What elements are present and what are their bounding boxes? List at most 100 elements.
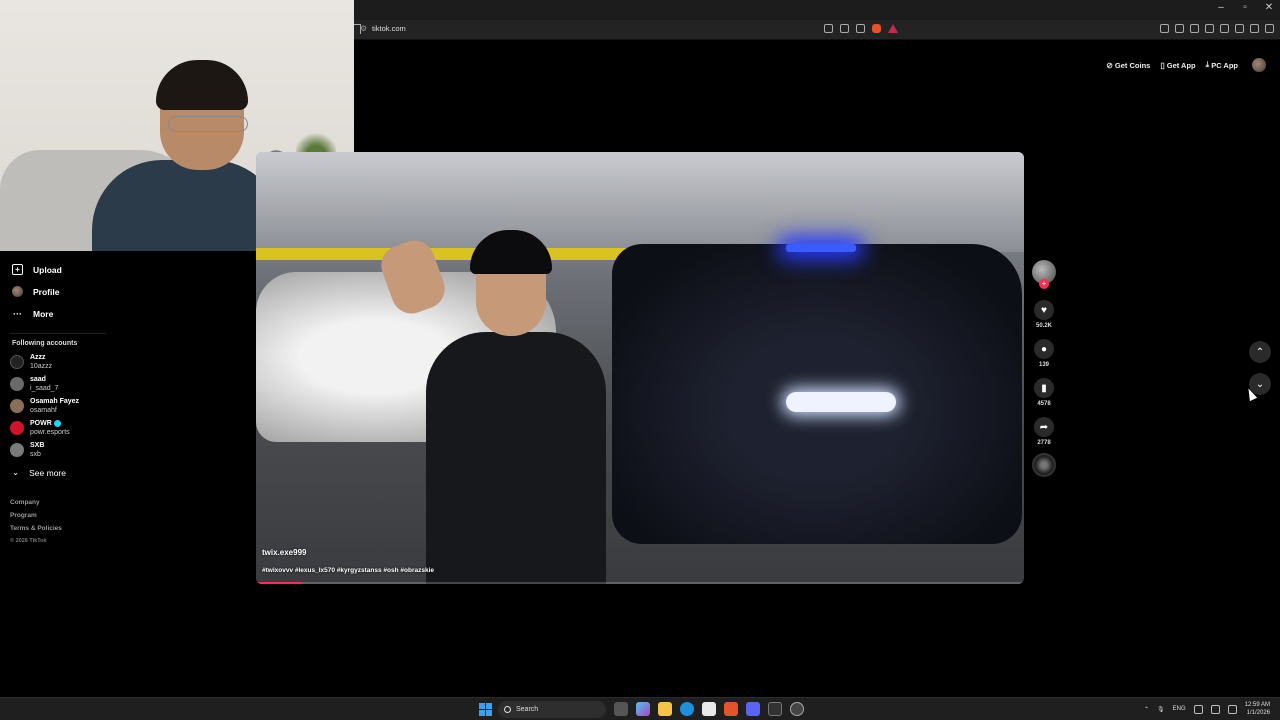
divider [10,333,106,334]
profile-label: Profile [33,286,60,297]
sidebar-item-profile[interactable]: Profile [12,286,59,297]
taskbar-search-label: Search [516,706,539,713]
terminal-icon[interactable] [768,702,782,716]
chevron-up-icon[interactable]: ⌃ [1144,706,1149,713]
like-action[interactable]: ♥ 50.2K [1031,300,1057,329]
vpn-icon[interactable] [1250,24,1259,33]
profile-avatar-icon [12,286,23,297]
reader-icon[interactable] [824,24,833,33]
video-author[interactable]: twix.exe999 [262,548,306,557]
microphone-icon[interactable]: 🎙 [1157,706,1165,713]
previous-video-button[interactable]: ⌃ [1249,341,1271,363]
leo-ai-icon[interactable] [1235,24,1244,33]
account-avatar [10,355,24,369]
account-name: Osamah Fayez [30,398,80,405]
search-icon [504,706,511,713]
menu-icon[interactable] [1265,24,1274,33]
share-action[interactable]: ➦ 2778 [1031,417,1057,446]
chevron-up-icon: ⌃ [1255,346,1265,358]
account-handle: i_saad_7 [30,385,59,392]
copilot-icon[interactable] [636,702,650,716]
footer-link-company[interactable]: Company [10,499,62,506]
screenshot-icon[interactable] [1175,24,1184,33]
clock-time: 12:59 AM [1244,702,1270,708]
video-scene-blue-light [786,244,856,252]
brave-icon[interactable] [724,702,738,716]
sidebar-item-more[interactable]: ··· More [12,308,53,319]
share-arrow-icon[interactable]: ➦ [1034,417,1054,437]
account-avatar [10,421,24,435]
verified-badge-icon [53,419,61,427]
comment-icon[interactable]: ● [1034,339,1054,359]
following-account[interactable]: POWR powr.esports [10,419,70,437]
more-label: More [33,308,54,319]
download-icon: ⤓ [1205,60,1210,69]
extensions-icon[interactable] [1160,24,1169,33]
close-window-button[interactable]: ✕ [1264,2,1274,13]
sidebar-item-upload[interactable]: + Upload [12,264,62,275]
follow-plus-icon[interactable]: + [1039,279,1049,289]
video-player[interactable]: twix.exe999 #twixovvv #lexus_lx570 #kyrg… [256,152,1024,584]
clock[interactable]: 12:59 AM 1/1/2026 [1245,701,1270,717]
task-view-icon[interactable] [614,702,628,716]
account-name: Azzz [30,354,46,361]
account-handle: powr.esports [30,429,70,436]
maximize-button[interactable]: ▫ [1240,2,1250,13]
following-account[interactable]: saad i_saad_7 [10,375,58,393]
heart-icon[interactable]: ♥ [1034,300,1054,320]
bookmark-save-icon[interactable]: ▮ [1034,378,1054,398]
windows-taskbar: Search ⌃ 🎙 ENG 12:59 AM 1/1/2026 [0,697,1280,720]
music-icon[interactable] [1190,24,1199,33]
following-account[interactable]: SXB sxb [10,441,44,459]
video-description[interactable]: #twixovvv #lexus_lx570 #kyrgyzstanss #os… [262,567,434,574]
brave-rewards-icon[interactable] [888,24,898,33]
like-count: 50.2K [1035,323,1052,329]
file-explorer-icon[interactable] [658,702,672,716]
account-handle: osamahf [30,407,57,414]
music-disc-icon[interactable] [1032,453,1056,477]
copyright: © 2026 TikTok [10,538,47,544]
footer-link-program[interactable]: Program [10,512,62,519]
sidebar-icon[interactable] [1205,24,1214,33]
comment-action[interactable]: ● 139 [1031,339,1057,368]
taskbar-apps [614,702,804,716]
system-tray: ⌃ 🎙 ENG 12:59 AM 1/1/2026 [1144,701,1270,717]
volume-icon[interactable] [1210,704,1220,714]
share-icon[interactable] [856,24,865,33]
user-avatar[interactable] [1252,58,1266,72]
see-more-button[interactable]: ⌄ See more [12,467,66,478]
video-scene-person [375,212,606,584]
taskbar-search[interactable]: Search [498,701,606,718]
save-action[interactable]: ▮ 4578 [1031,378,1057,407]
footer-link-terms[interactable]: Terms & Policies [10,525,62,532]
address-bar-icons [824,24,898,33]
following-account[interactable]: Azzz 10azzz [10,353,52,371]
windows-start-icon[interactable] [479,703,492,716]
get-coins-button[interactable]: ⊘ Get Coins [1106,61,1150,70]
cast-icon[interactable] [840,24,849,33]
address-bar[interactable]: ⚙ tiktok.com [353,20,1280,40]
brave-shields-icon[interactable] [872,24,881,33]
get-app-button[interactable]: ▯ Get App [1160,61,1195,70]
discord-icon[interactable] [746,702,760,716]
minimize-button[interactable]: – [1216,2,1226,13]
person-body [426,332,606,584]
video-progress-bar[interactable] [256,582,1024,584]
video-progress-fill [256,582,303,584]
upload-label: Upload [33,264,62,275]
battery-icon[interactable] [1227,704,1237,714]
url-text[interactable]: tiktok.com [372,24,406,33]
sidebar: + Upload Profile ··· More Following acco… [0,251,256,551]
pc-app-button[interactable]: ⤓ PC App [1206,60,1238,70]
network-icon[interactable] [1193,704,1203,714]
account-name: saad [30,376,46,383]
language-indicator[interactable]: ENG [1173,706,1186,712]
wallet-icon[interactable] [1220,24,1229,33]
store-icon[interactable] [702,702,716,716]
site-info-icon[interactable]: ⚙ [360,24,367,33]
obs-icon[interactable] [790,702,804,716]
account-avatar [10,377,24,391]
following-account[interactable]: Osamah Fayez osamahf [10,397,79,415]
following-accounts-title: Following accounts [12,340,78,347]
edge-icon[interactable] [680,702,694,716]
